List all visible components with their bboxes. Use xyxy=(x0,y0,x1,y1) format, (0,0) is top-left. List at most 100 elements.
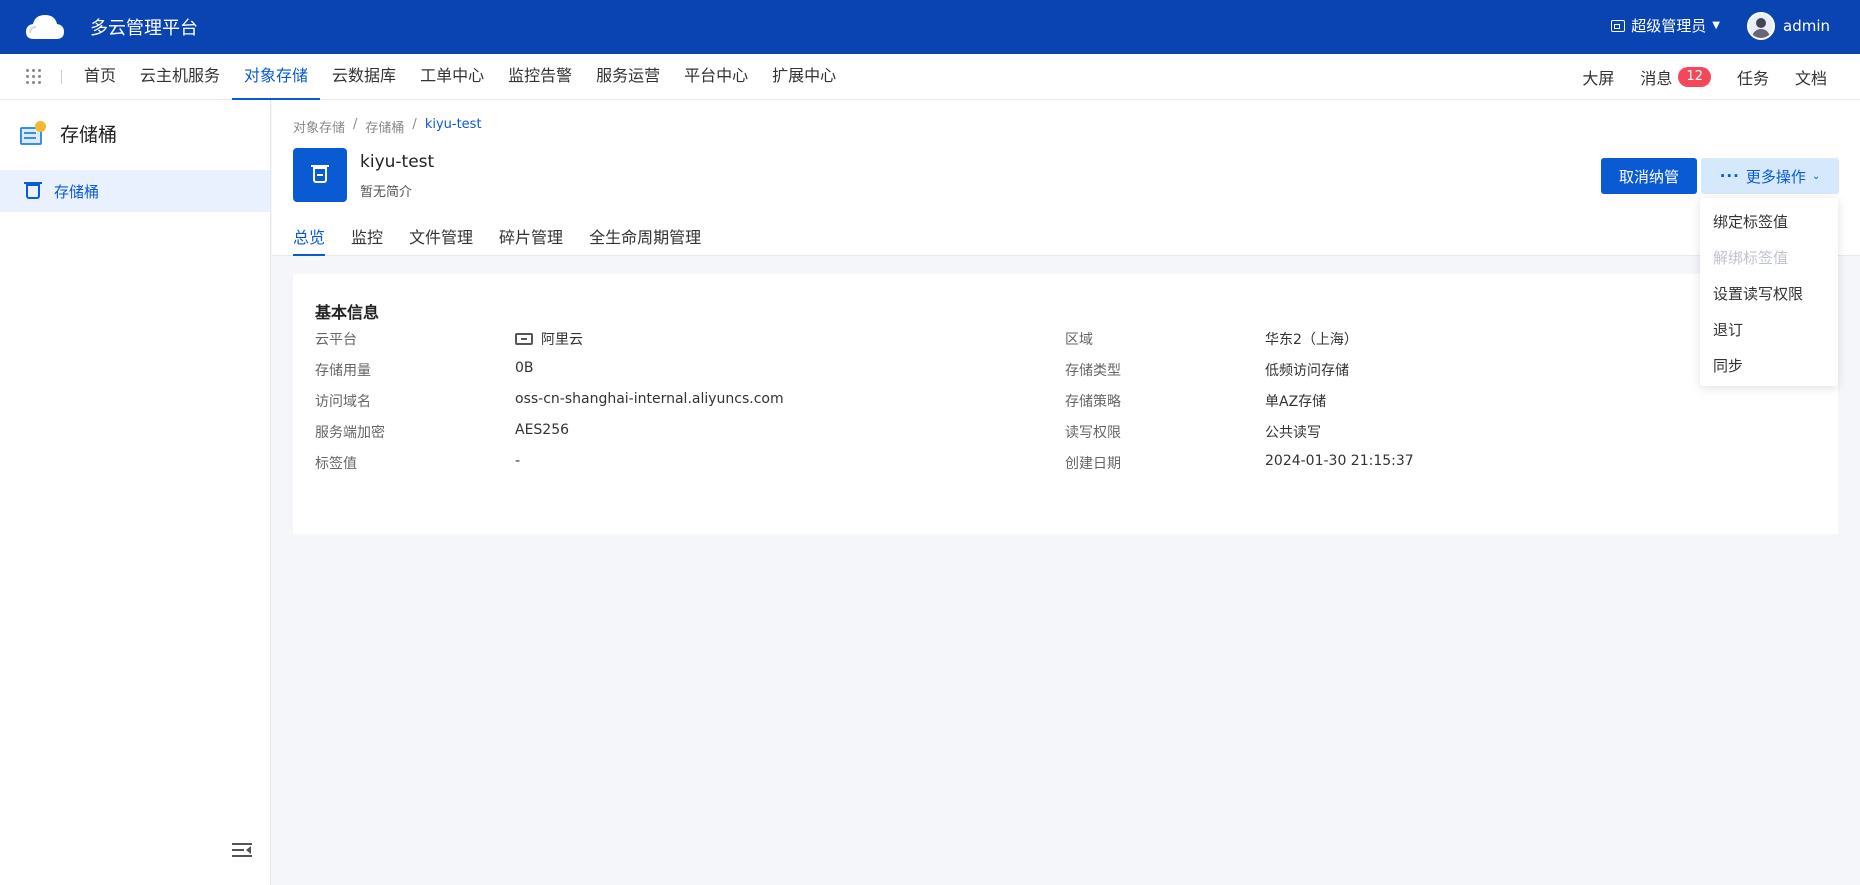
username: admin xyxy=(1783,17,1830,35)
detail-tabs: 总览 监控 文件管理 碎片管理 全生命周期管理 xyxy=(293,224,701,256)
info-value: 华东2（上海） xyxy=(1265,329,1358,349)
docs-link[interactable]: 文档 xyxy=(1782,65,1840,89)
tab[interactable]: 文件管理 xyxy=(409,224,473,256)
tab[interactable]: 总览 xyxy=(293,224,326,256)
dropdown-item[interactable]: 设置读写权限 xyxy=(1700,276,1838,312)
info-value-text: - xyxy=(515,453,521,469)
nav-item[interactable]: 工单中心 xyxy=(408,54,496,100)
tasks-label: 任务 xyxy=(1736,69,1769,88)
aliyun-icon xyxy=(515,333,533,345)
info-value-text: 公共读写 xyxy=(1265,425,1321,441)
info-label: 存储用量 xyxy=(315,363,371,379)
avatar xyxy=(1747,12,1775,40)
info-value: 0B xyxy=(515,360,534,376)
more-actions-button[interactable]: ··· 更多操作 ⌄ xyxy=(1701,158,1839,194)
nav-divider xyxy=(61,70,62,84)
main-nav: 首页 云主机服务 对象存储 云数据库 工单中心 监控告警 服务运营 平台中心 扩展中心 大屏 消… xyxy=(0,54,1860,100)
bucket-icon xyxy=(24,181,42,199)
breadcrumb-item[interactable]: 存储桶 xyxy=(365,117,404,136)
bucket-name: kiyu-test xyxy=(360,152,435,172)
info-value: 阿里云 xyxy=(515,329,583,349)
sidebar-header: 存储桶 xyxy=(20,120,117,147)
chevron-down-icon: ▼ xyxy=(1712,20,1720,31)
info-value: 2024-01-30 21:15:37 xyxy=(1265,453,1414,469)
info-label: 访问域名 xyxy=(315,394,371,410)
id-card-icon xyxy=(1611,19,1626,32)
nav-item[interactable]: 服务运营 xyxy=(584,54,672,100)
breadcrumb-current: kiyu-test xyxy=(424,117,482,132)
nav-item[interactable]: 云主机服务 xyxy=(128,54,232,100)
info-value-text: 低频访问存储 xyxy=(1265,363,1349,379)
dropdown-item: 解绑标签值 xyxy=(1713,249,1789,267)
role-switcher[interactable]: 超级管理员 ▼ xyxy=(1611,15,1720,36)
user-menu[interactable]: admin xyxy=(1747,12,1830,40)
big-screen-link[interactable]: 大屏 xyxy=(1569,65,1627,89)
basic-info-card: 基本信息 云平台 阿里云存储用量 0B 访问域名 oss-cn-shanghai-int… xyxy=(293,274,1838,534)
info-value-text: oss-cn-shanghai-internal.aliyuncs.com xyxy=(515,391,784,407)
nav-item[interactable]: 云数据库 xyxy=(320,54,408,100)
more-actions-dropdown: 绑定标签值解绑标签值设置读写权限 退订 同步 xyxy=(1700,198,1838,386)
info-value-text: 2024-01-30 21:15:37 xyxy=(1265,453,1414,469)
dropdown-item[interactable]: 绑定标签值 xyxy=(1700,204,1838,240)
more-actions-label: 更多操作 xyxy=(1745,167,1806,186)
info-value: 公共读写 xyxy=(1265,422,1321,442)
messages-link[interactable]: 消息 12 xyxy=(1627,65,1724,89)
big-screen-label: 大屏 xyxy=(1582,69,1615,88)
info-label: 云平台 xyxy=(315,332,357,348)
info-label: 服务端加密 xyxy=(315,425,385,441)
tab[interactable]: 监控 xyxy=(351,224,383,256)
dropdown-item[interactable]: 退订 xyxy=(1700,312,1838,348)
tab[interactable]: 全生命周期管理 xyxy=(589,224,701,256)
sidebar-title: 存储桶 xyxy=(60,124,118,146)
nav-item[interactable]: 监控告警 xyxy=(496,54,584,100)
info-value-text: 华东2（上海） xyxy=(1265,332,1358,348)
info-label: 创建日期 xyxy=(1065,456,1121,472)
info-label: 存储策略 xyxy=(1065,394,1121,410)
info-value: oss-cn-shanghai-internal.aliyuncs.com xyxy=(515,391,784,407)
collapse-sidebar-icon[interactable] xyxy=(232,842,252,858)
nav-item[interactable]: 对象存储 xyxy=(232,54,321,100)
info-label: 标签值 xyxy=(315,456,357,472)
info-value: AES256 xyxy=(515,422,569,438)
breadcrumb: 对象存储 / 存储桶 / kiyu-test xyxy=(293,117,482,136)
bucket-avatar-icon xyxy=(293,148,347,202)
role-label: 超级管理员 xyxy=(1631,17,1707,35)
breadcrumb-item[interactable]: 对象存储 xyxy=(293,117,345,136)
basic-info-title: 基本信息 xyxy=(315,303,380,322)
info-value-text: 0B xyxy=(515,360,534,376)
sidebar-item-label: 存储桶 xyxy=(54,182,100,201)
more-dots-icon: ··· xyxy=(1719,167,1740,185)
app-title: 多云管理平台 xyxy=(90,18,198,39)
info-label: 读写权限 xyxy=(1065,425,1121,441)
sidebar-item-bucket[interactable]: 存储桶 xyxy=(0,170,270,212)
info-value-text: 阿里云 xyxy=(541,332,583,348)
nav-items: 首页 云主机服务 对象存储 云数据库 工单中心 监控告警 服务运营 平台中心 扩展中心 xyxy=(72,54,848,100)
sidebar: 存储桶 存储桶 xyxy=(0,100,271,885)
breadcrumb-separator: / xyxy=(412,117,417,132)
nav-item[interactable]: 首页 xyxy=(72,54,128,100)
storage-bucket-icon xyxy=(20,120,46,147)
info-label: 区域 xyxy=(1065,332,1093,348)
info-value: 单AZ存储 xyxy=(1265,391,1326,411)
info-value: - xyxy=(515,453,520,469)
tasks-link[interactable]: 任务 xyxy=(1724,65,1782,89)
info-value: 低频访问存储 xyxy=(1265,360,1349,380)
dropdown-item[interactable]: 同步 xyxy=(1700,348,1838,384)
info-value-text: 单AZ存储 xyxy=(1265,394,1327,410)
top-bar: 多云管理平台 超级管理员 ▼ admin xyxy=(0,0,1860,54)
apps-grid-icon[interactable] xyxy=(26,69,42,85)
release-management-button[interactable]: 取消纳管 xyxy=(1601,158,1697,194)
tab[interactable]: 碎片管理 xyxy=(499,224,563,256)
cloud-logo-icon[interactable] xyxy=(24,9,66,45)
messages-label: 消息 xyxy=(1640,69,1673,88)
bucket-description: 暂无简介 xyxy=(360,185,413,200)
nav-right: 大屏 消息 12 任务 文档 xyxy=(1569,54,1840,100)
chevron-down-icon: ⌄ xyxy=(1811,170,1821,182)
docs-label: 文档 xyxy=(1794,69,1827,88)
info-value-text: AES256 xyxy=(515,422,570,438)
info-label: 存储类型 xyxy=(1065,363,1121,379)
message-count-badge: 12 xyxy=(1678,67,1711,87)
nav-item[interactable]: 扩展中心 xyxy=(760,54,848,100)
nav-item[interactable]: 平台中心 xyxy=(672,54,760,100)
breadcrumb-separator: / xyxy=(353,117,358,132)
